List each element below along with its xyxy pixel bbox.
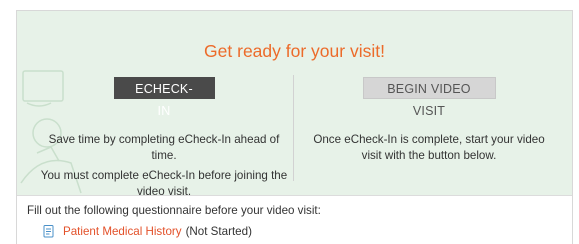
patient-medical-history-link[interactable]: Patient Medical History [63,225,182,238]
video-column: BEGIN VIDEO VISIT Once eCheck-In is comp… [305,77,553,164]
begin-video-visit-button[interactable]: BEGIN VIDEO VISIT [362,77,496,118]
questionnaire-intro: Fill out the following questionnaire bef… [27,204,321,217]
document-icon [43,225,54,238]
visit-banner: Get ready for your visit! ECHECK-IN Save… [17,11,572,198]
echeckin-button[interactable]: ECHECK-IN [113,77,215,118]
echeckin-description: Save time by completing eCheck-In ahead … [48,133,280,162]
echeckin-requirement-note: You must complete eCheck-In before joini… [40,169,288,198]
video-description: Once eCheck-In is complete, start your v… [313,133,545,162]
visit-card: Get ready for your visit! ECHECK-IN Save… [16,10,573,244]
questionnaire-status: (Not Started) [185,225,252,238]
questionnaire-item: Patient Medical History (Not Started) [43,225,252,238]
page-title: Get ready for your visit! [204,41,385,61]
column-divider [293,75,294,181]
echeckin-column: ECHECK-IN Save time by completing eCheck… [37,77,291,200]
